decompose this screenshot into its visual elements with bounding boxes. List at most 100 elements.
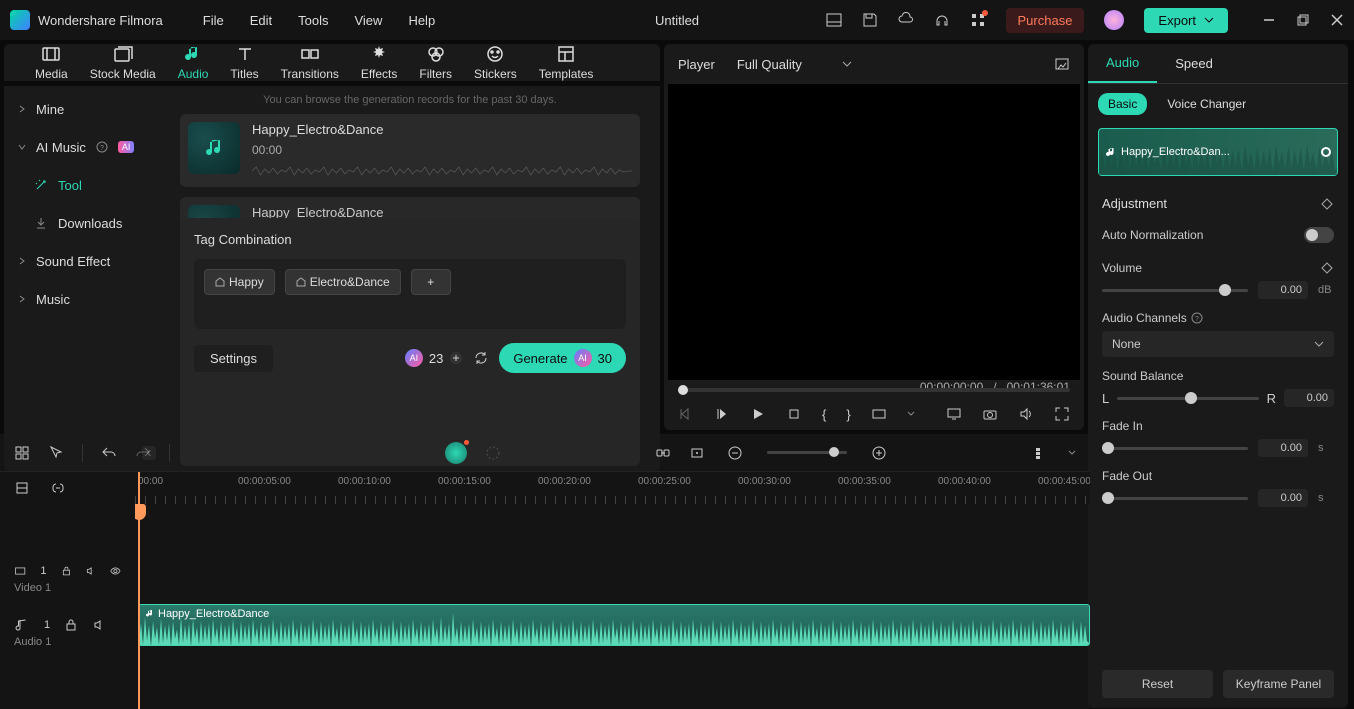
track-card[interactable]: Happy_Electro&Dance 00:00 (180, 114, 640, 187)
prev-icon[interactable] (714, 406, 730, 422)
grid-icon[interactable] (14, 445, 30, 461)
apps-icon[interactable] (970, 12, 986, 28)
menu-file[interactable]: File (203, 13, 224, 28)
mark-out-icon[interactable]: } (846, 407, 850, 422)
tab-audio[interactable]: Audio (167, 44, 220, 81)
view-options-icon[interactable] (1034, 445, 1050, 461)
minimize-button[interactable] (1262, 13, 1276, 27)
volume-icon[interactable] (1018, 406, 1034, 422)
purchase-button[interactable]: Purchase (1006, 8, 1085, 33)
sidebar-item-sound-effect[interactable]: Sound Effect (4, 242, 174, 280)
auto-norm-toggle[interactable] (1304, 227, 1334, 243)
volume-value[interactable]: 0.00 (1258, 281, 1308, 299)
export-button[interactable]: Export (1144, 8, 1228, 33)
chevron-down-icon[interactable] (1068, 450, 1076, 456)
fadeout-slider[interactable] (1102, 497, 1248, 500)
redo-icon[interactable] (135, 445, 151, 461)
stop-icon[interactable] (786, 406, 802, 422)
chevron-down-icon[interactable] (907, 411, 915, 417)
adjustment-header[interactable]: Adjustment (1088, 186, 1348, 221)
menu-help[interactable]: Help (408, 13, 435, 28)
fadein-value[interactable]: 0.00 (1258, 439, 1308, 457)
clip-preview[interactable]: Happy_Electro&Dan... (1098, 128, 1338, 176)
tab-media[interactable]: Media (24, 44, 79, 81)
display-icon[interactable] (946, 406, 962, 422)
video-viewport[interactable] (668, 84, 1080, 380)
ai-assistant-icon[interactable] (445, 442, 467, 464)
lock-icon[interactable] (64, 618, 78, 632)
fadein-slider[interactable] (1102, 447, 1248, 450)
mute-icon[interactable] (85, 564, 96, 578)
tab-speed-props[interactable]: Speed (1157, 44, 1231, 83)
menu-edit[interactable]: Edit (250, 13, 272, 28)
tag-chip-electro[interactable]: Electro&Dance (285, 269, 401, 295)
sidebar-item-mine[interactable]: Mine (4, 90, 174, 128)
mute-icon[interactable] (92, 618, 106, 632)
add-credit-icon[interactable] (449, 351, 463, 365)
balance-value[interactable]: 0.00 (1284, 389, 1334, 407)
sidebar-item-tool[interactable]: Tool (4, 166, 174, 204)
tab-stock[interactable]: Stock Media (79, 44, 167, 81)
lock-icon[interactable] (61, 564, 72, 578)
color-icon[interactable] (485, 445, 501, 461)
tab-filters[interactable]: Filters (408, 44, 463, 81)
balance-slider[interactable] (1117, 397, 1258, 400)
sidebar-item-downloads[interactable]: Downloads (4, 204, 174, 242)
close-button[interactable] (1330, 13, 1344, 27)
tab-transitions[interactable]: Transitions (270, 44, 350, 81)
zoom-in-icon[interactable] (871, 445, 887, 461)
scrubber[interactable] (678, 388, 1070, 392)
keyframe-icon[interactable] (1320, 197, 1334, 211)
sidebar-item-music[interactable]: Music (4, 280, 174, 318)
undo-icon[interactable] (101, 445, 117, 461)
refresh-icon[interactable] (473, 350, 489, 366)
subtab-voice-changer[interactable]: Voice Changer (1157, 93, 1256, 115)
sidebar-item-ai-music[interactable]: AI Music?AI (4, 128, 174, 166)
volume-slider[interactable] (1102, 289, 1248, 292)
audio-clip[interactable]: Happy_Electro&Dance (138, 604, 1090, 646)
layout-icon[interactable] (826, 12, 842, 28)
tab-effects[interactable]: Effects (350, 44, 408, 81)
zoom-out-icon[interactable] (727, 445, 743, 461)
subtab-basic[interactable]: Basic (1098, 93, 1147, 115)
tab-stickers[interactable]: Stickers (463, 44, 528, 81)
tag-chip-happy[interactable]: Happy (204, 269, 275, 295)
menu-tools[interactable]: Tools (298, 13, 328, 28)
pointer-icon[interactable] (48, 445, 64, 461)
timeline-ruler[interactable]: 00:00 00:00:05:00 00:00:10:00 00:00:15:0… (135, 472, 1090, 504)
channels-select[interactable]: None (1102, 331, 1334, 357)
snapshot-icon[interactable] (1054, 56, 1070, 72)
mark-in-icon[interactable]: { (822, 407, 826, 422)
tab-titles[interactable]: Titles (219, 44, 269, 81)
ratio-icon[interactable] (871, 406, 887, 422)
reset-button[interactable]: Reset (1102, 670, 1213, 698)
frame-icon[interactable] (689, 445, 705, 461)
menu-view[interactable]: View (354, 13, 382, 28)
keyframe-icon[interactable] (1320, 261, 1334, 275)
fadeout-value[interactable]: 0.00 (1258, 489, 1308, 507)
video-track-header[interactable]: 1 Video 1 (0, 544, 135, 598)
track-link-icon[interactable] (50, 480, 66, 496)
maximize-button[interactable] (1296, 13, 1310, 27)
audio-track-header[interactable]: 1 Audio 1 (0, 598, 135, 652)
track-lock-icon[interactable] (14, 480, 30, 496)
quality-dropdown[interactable]: Full Quality (729, 53, 860, 76)
video-track-lane[interactable] (135, 544, 1090, 598)
visibility-icon[interactable] (110, 564, 121, 578)
camera-icon[interactable] (982, 406, 998, 422)
keyframe-panel-button[interactable]: Keyframe Panel (1223, 670, 1334, 698)
playhead[interactable] (138, 472, 140, 709)
save-icon[interactable] (862, 12, 878, 28)
cloud-icon[interactable] (898, 12, 914, 28)
zoom-slider[interactable] (767, 451, 847, 454)
user-avatar[interactable] (1104, 10, 1124, 30)
prev-frame-icon[interactable] (678, 406, 694, 422)
generate-button[interactable]: GenerateAI30 (499, 343, 626, 373)
audio-track-lane[interactable]: Happy_Electro&Dance (135, 598, 1090, 652)
play-icon[interactable] (750, 406, 766, 422)
tab-audio-props[interactable]: Audio (1088, 44, 1157, 83)
headphones-icon[interactable] (934, 12, 950, 28)
add-tag-button[interactable]: + (411, 269, 451, 295)
tab-templates[interactable]: Templates (528, 44, 605, 81)
help-icon[interactable]: ? (1191, 312, 1203, 324)
